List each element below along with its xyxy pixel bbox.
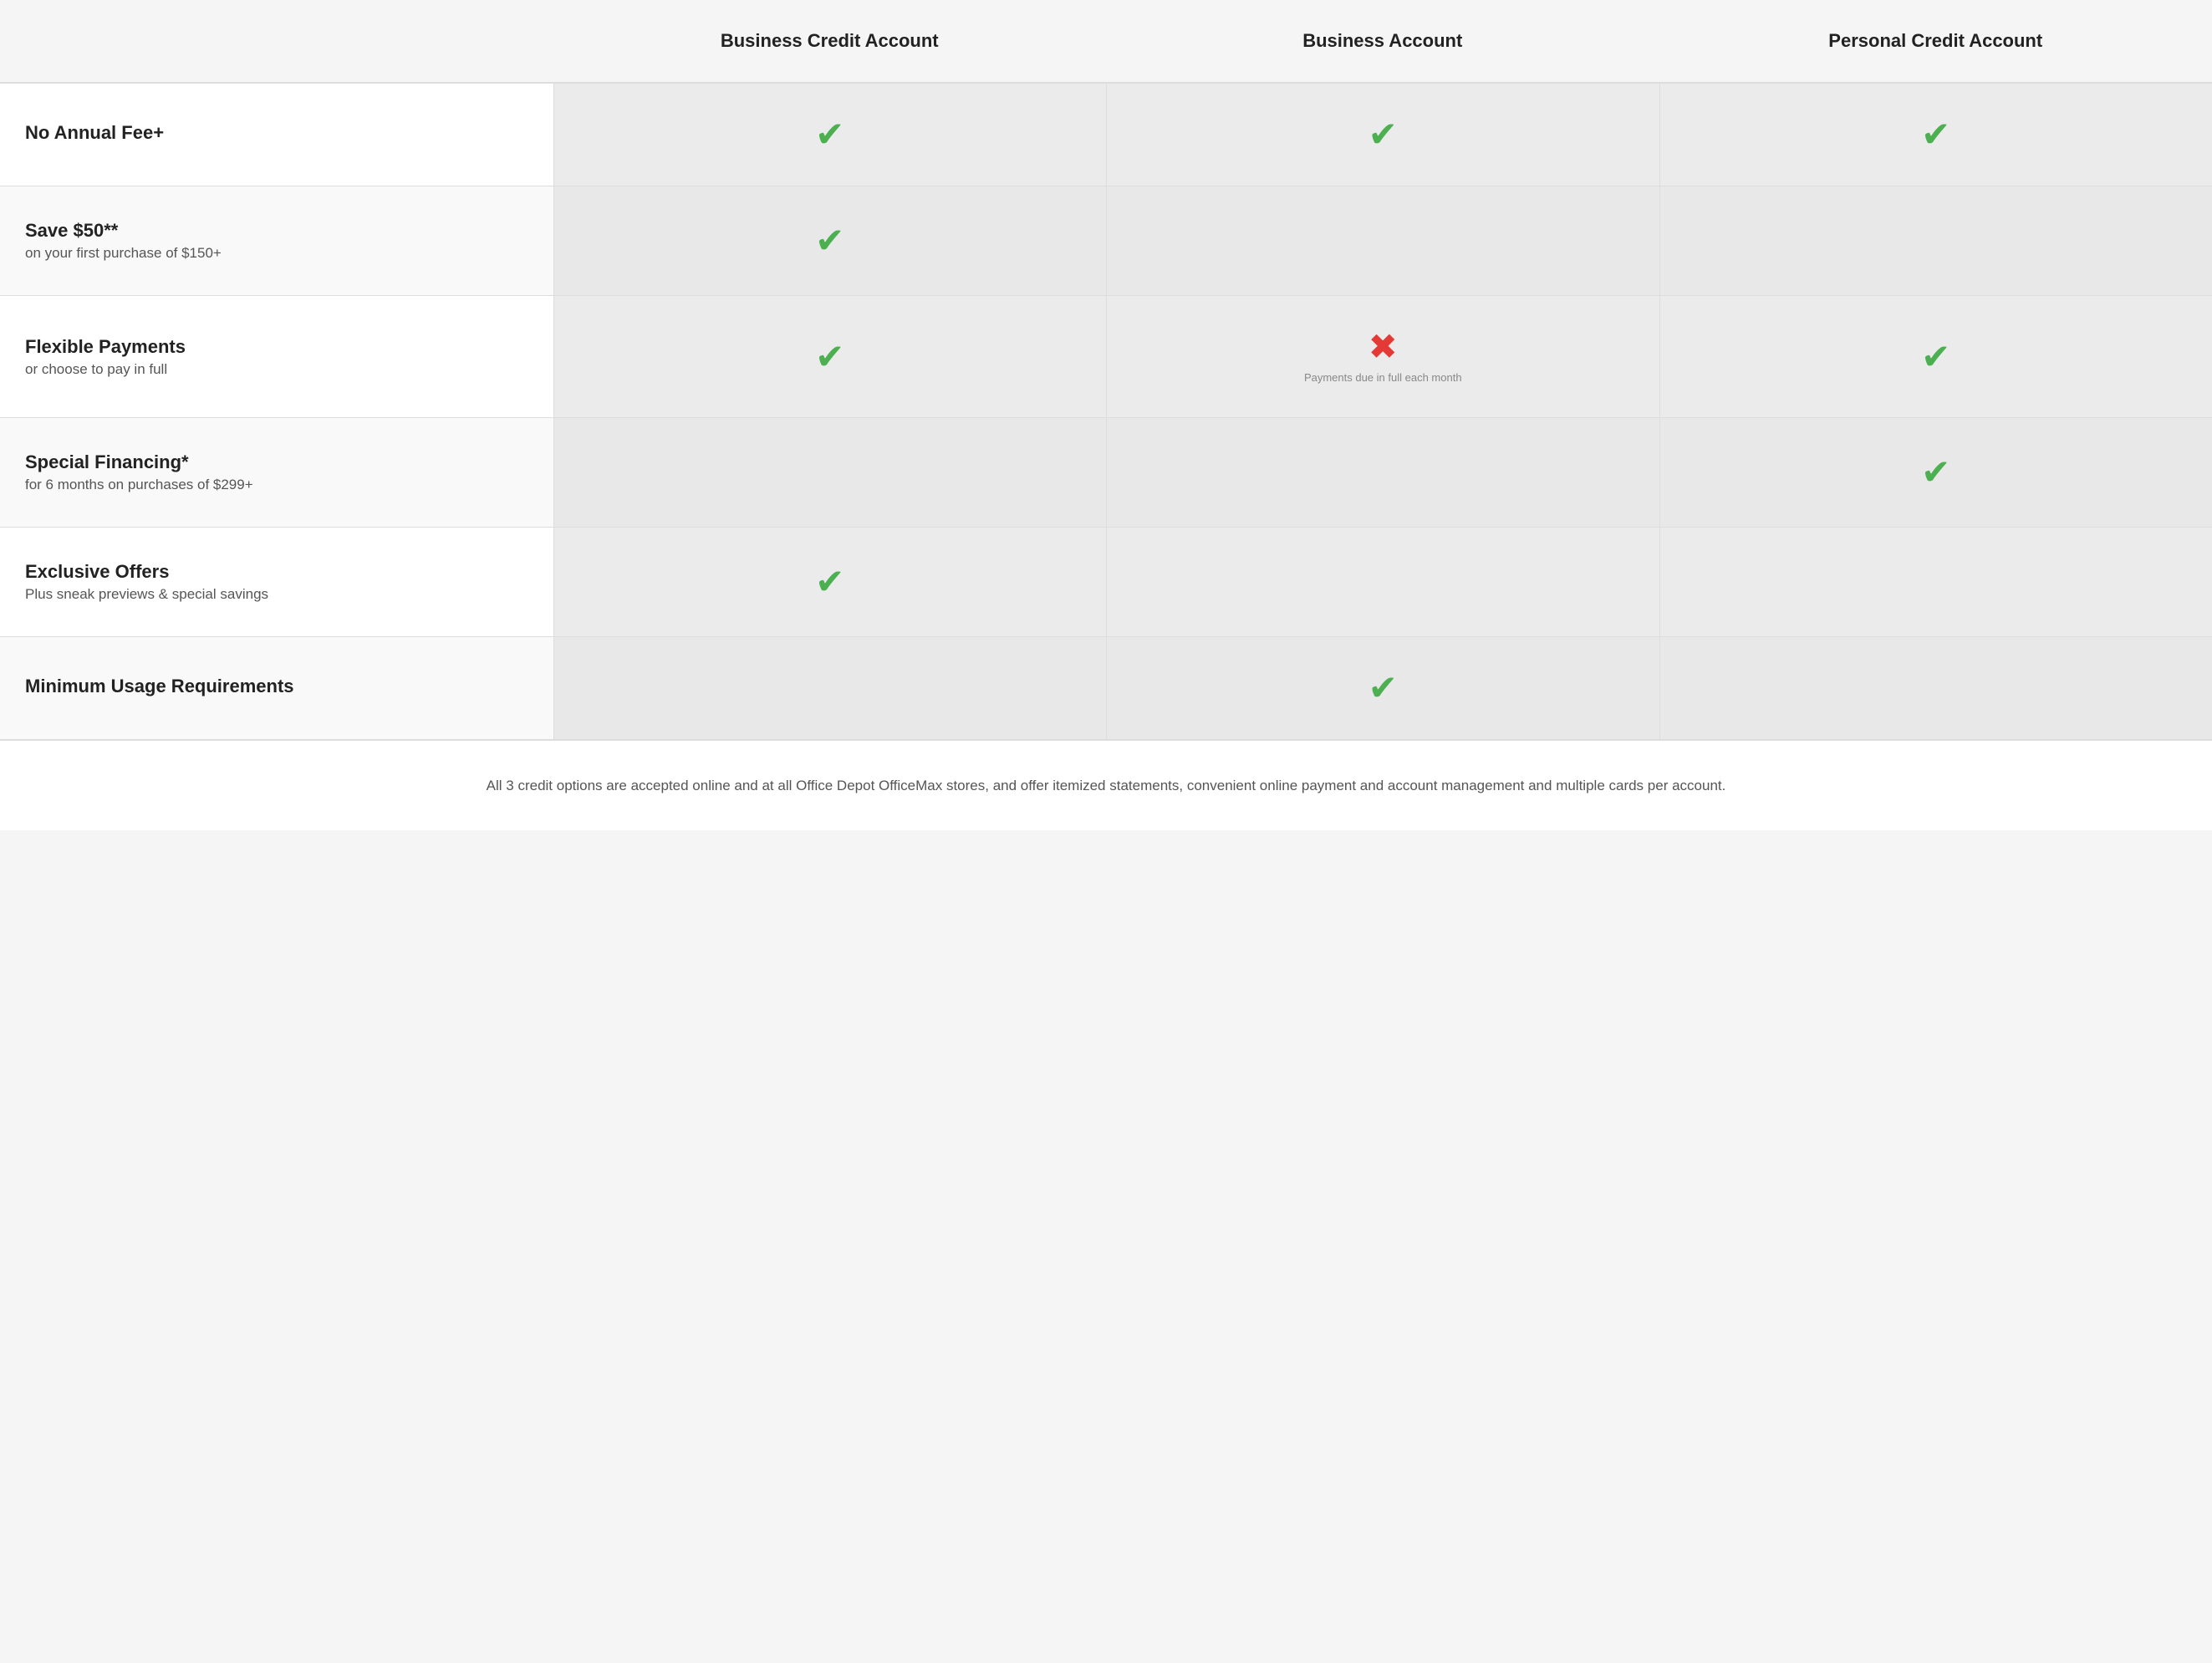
feature-label-flexible-payments: Flexible Payments or choose to pay in ful… <box>0 296 553 417</box>
header-personal-credit: Personal Credit Account <box>1659 0 2212 82</box>
checkmark-icon: ✔ <box>1921 455 1950 490</box>
header-business-credit: Business Credit Account <box>553 0 1107 82</box>
checkmark-icon: ✔ <box>1921 339 1950 375</box>
feature-rows: No Annual Fee+ ✔ ✔ ✔ Save $50** on your first… <box>0 84 2212 740</box>
feature-subtitle: or choose to pay in full <box>25 361 528 378</box>
feature-title: Exclusive Offers <box>25 561 528 583</box>
check-cell-business-account: ✔ <box>1106 637 1659 739</box>
empty-cell-business-credit <box>553 418 1107 527</box>
check-cell-business-credit: ✔ <box>553 186 1107 295</box>
empty-cell-personal-credit <box>1659 186 2212 295</box>
check-cell-personal-credit: ✔ <box>1659 296 2212 417</box>
empty-cell-business-account <box>1106 418 1659 527</box>
feature-subtitle: on your first purchase of $150+ <box>25 245 528 262</box>
footer-text: All 3 credit options are accepted online… <box>487 778 1726 793</box>
feature-title: Flexible Payments <box>25 336 528 358</box>
table-row: Flexible Payments or choose to pay in ful… <box>0 296 2212 418</box>
feature-title: Minimum Usage Requirements <box>25 676 528 697</box>
checkmark-icon: ✔ <box>815 117 844 152</box>
table-header: Business Credit Account Business Account… <box>0 0 2212 84</box>
checkmark-icon: ✔ <box>815 223 844 258</box>
cell-note: Payments due in full each month <box>1304 371 1462 384</box>
table-row: Minimum Usage Requirements ✔ <box>0 637 2212 740</box>
check-cell-personal-credit: ✔ <box>1659 84 2212 186</box>
feature-label-minimum-usage: Minimum Usage Requirements <box>0 637 553 739</box>
check-cell-business-credit: ✔ <box>553 528 1107 636</box>
table-row: Special Financing* for 6 months on purcha… <box>0 418 2212 528</box>
table-row: Exclusive Offers Plus sneak previews & sp… <box>0 528 2212 637</box>
table-row: Save $50** on your first purchase of $150… <box>0 186 2212 296</box>
empty-cell-business-credit <box>553 637 1107 739</box>
checkmark-icon: ✔ <box>1921 117 1950 152</box>
header-business-account: Business Account <box>1106 0 1659 82</box>
checkmark-icon: ✔ <box>1368 117 1398 152</box>
feature-subtitle: for 6 months on purchases of $299+ <box>25 477 528 493</box>
table-row: No Annual Fee+ ✔ ✔ ✔ <box>0 84 2212 186</box>
feature-label-special-financing: Special Financing* for 6 months on purcha… <box>0 418 553 527</box>
feature-label-save-50: Save $50** on your first purchase of $150… <box>0 186 553 295</box>
empty-cell-business-account <box>1106 528 1659 636</box>
cross-cell-business-account: ✖ Payments due in full each month <box>1106 296 1659 417</box>
feature-title: No Annual Fee+ <box>25 122 528 144</box>
check-cell-business-credit: ✔ <box>553 296 1107 417</box>
feature-title: Save $50** <box>25 220 528 242</box>
footer-note: All 3 credit options are accepted online… <box>0 740 2212 830</box>
header-feature-col <box>0 0 553 82</box>
empty-cell-personal-credit <box>1659 637 2212 739</box>
check-cell-business-account: ✔ <box>1106 84 1659 186</box>
checkmark-icon: ✔ <box>815 339 844 375</box>
feature-title: Special Financing* <box>25 451 528 473</box>
empty-cell-personal-credit <box>1659 528 2212 636</box>
feature-label-no-annual-fee: No Annual Fee+ <box>0 84 553 186</box>
check-cell-business-credit: ✔ <box>553 84 1107 186</box>
checkmark-icon: ✔ <box>815 564 844 599</box>
cross-icon: ✖ <box>1368 329 1398 365</box>
checkmark-icon: ✔ <box>1368 671 1398 706</box>
feature-label-exclusive-offers: Exclusive Offers Plus sneak previews & sp… <box>0 528 553 636</box>
feature-subtitle: Plus sneak previews & special savings <box>25 586 528 603</box>
check-cell-personal-credit: ✔ <box>1659 418 2212 527</box>
empty-cell-business-account <box>1106 186 1659 295</box>
